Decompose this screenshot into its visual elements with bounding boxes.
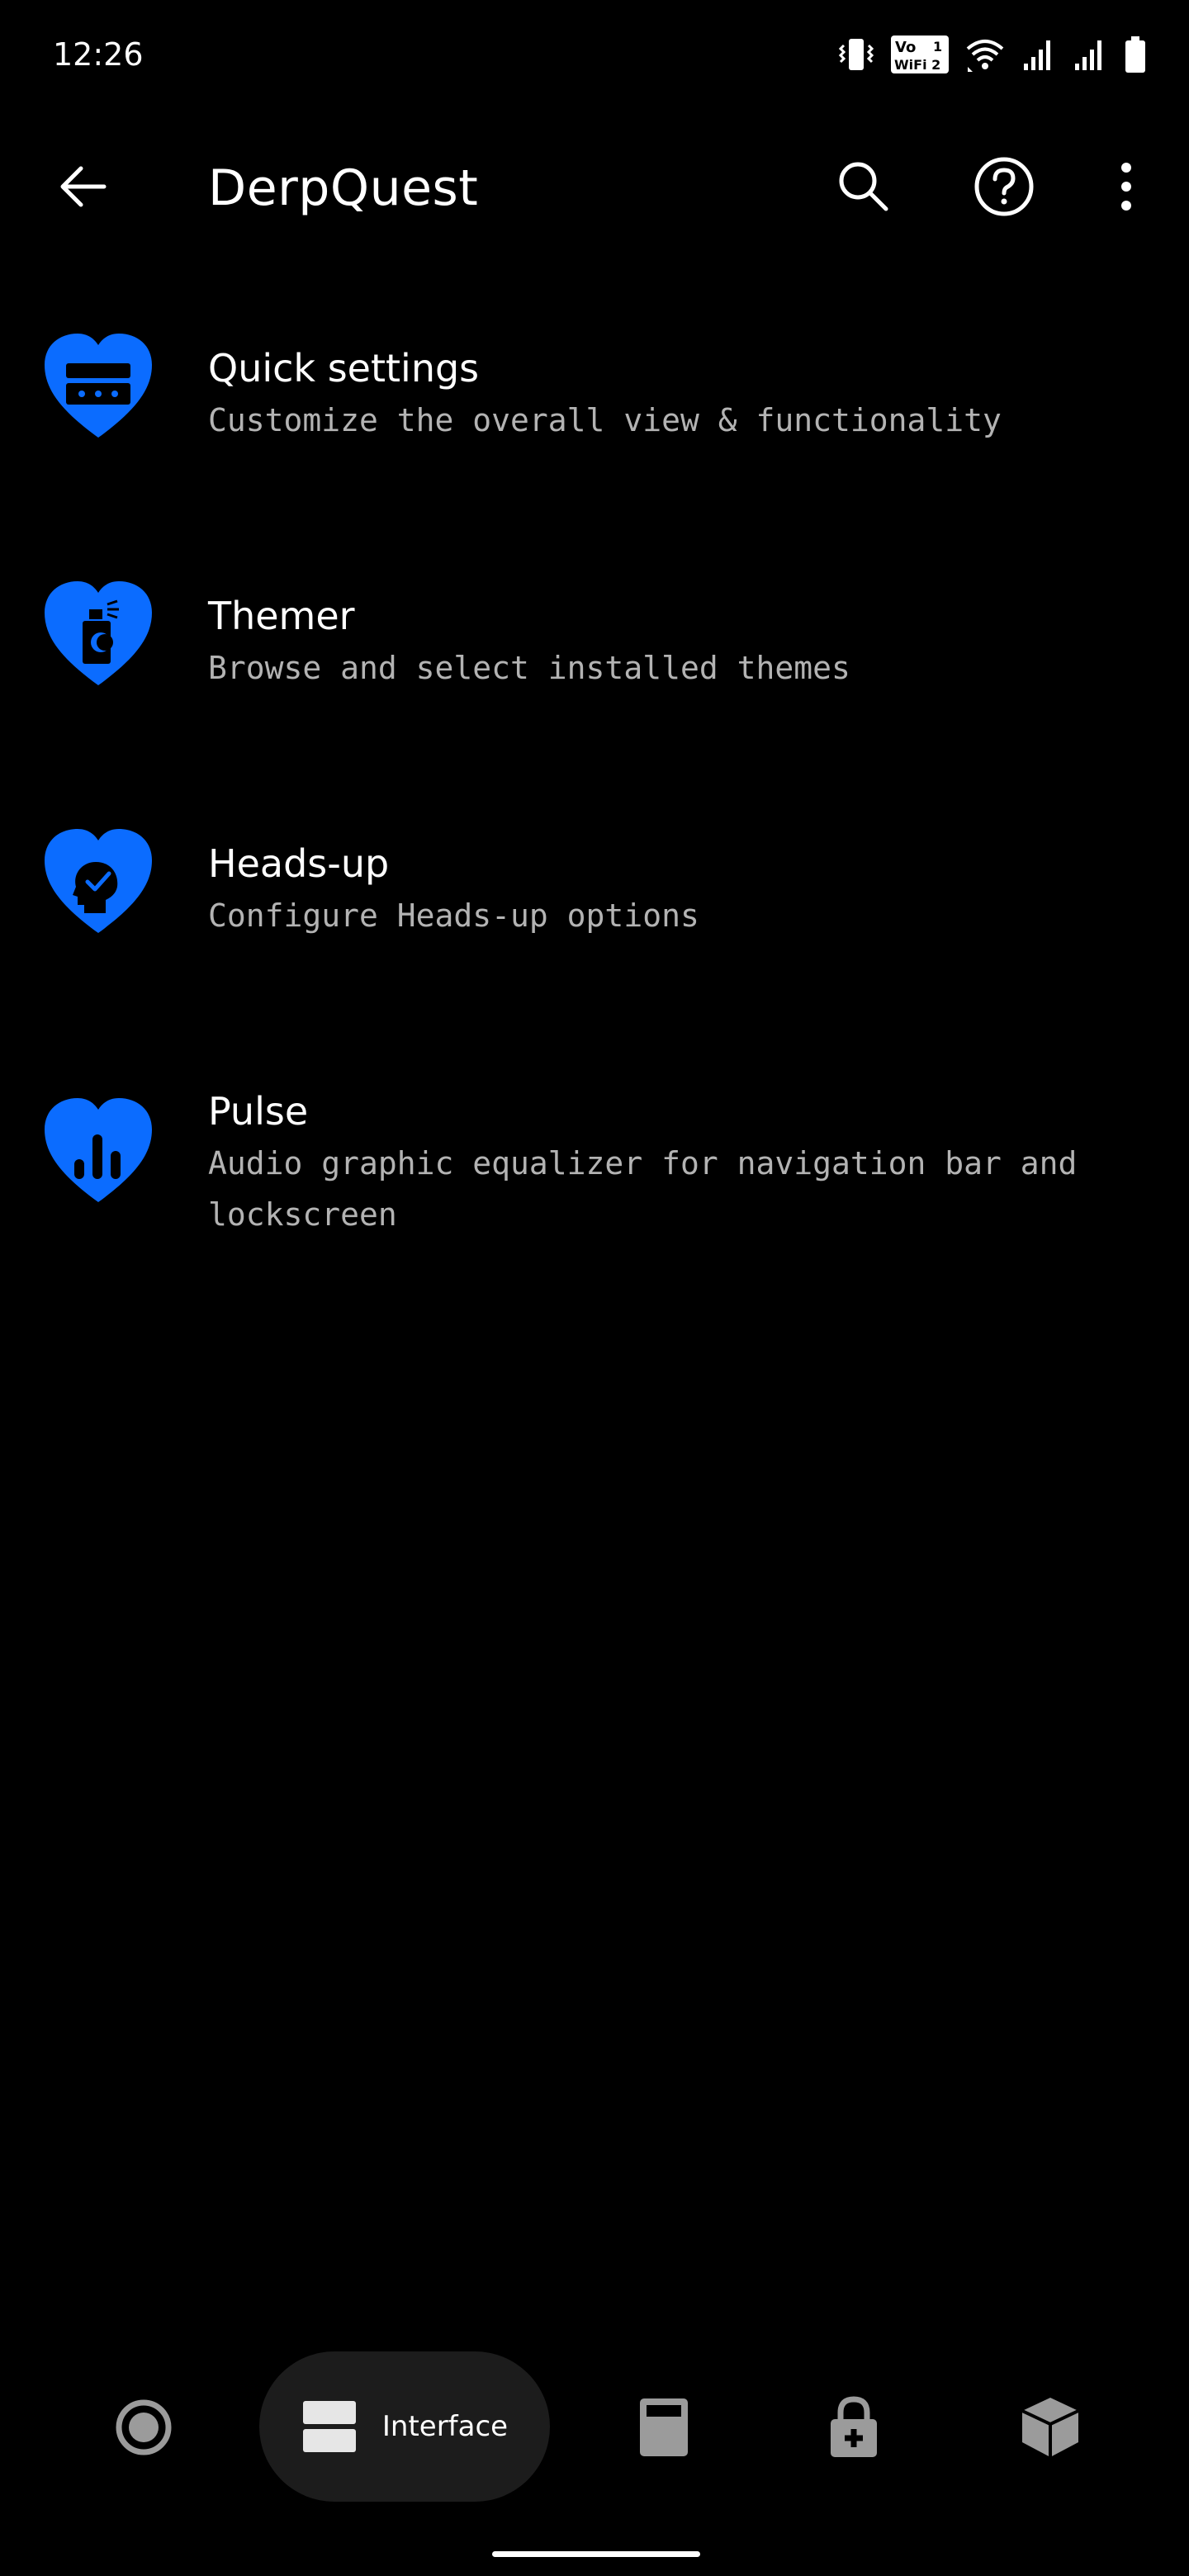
- more-vert-icon: [1121, 163, 1131, 211]
- heads-up-heart-icon: [45, 829, 152, 933]
- page-title: DerpQuest: [208, 159, 479, 217]
- cube-icon: [1021, 2398, 1079, 2457]
- more-options-button[interactable]: [1087, 147, 1166, 226]
- list-item-heads-up[interactable]: Heads-up Configure Heads-up options: [0, 809, 1189, 966]
- circle-target-icon: [116, 2399, 172, 2455]
- vibrate-icon: [837, 36, 875, 73]
- pulse-heart-icon: [45, 1098, 152, 1202]
- item-subtitle: Configure Heads-up options: [208, 897, 699, 934]
- interface-icon: [302, 2401, 356, 2452]
- lock-plus-icon: [831, 2396, 877, 2457]
- item-subtitle: Customize the overall view & functionali…: [208, 402, 1002, 438]
- list-item-quick-settings[interactable]: Quick settings Customize the overall vie…: [0, 314, 1189, 471]
- back-arrow-icon: [60, 166, 107, 207]
- nav-item-calculator[interactable]: [609, 2353, 718, 2502]
- status-icons: Vo 1 WiFi 2: [837, 30, 1148, 79]
- svg-text:1: 1: [933, 39, 942, 54]
- nav-item-label: Interface: [381, 2410, 509, 2443]
- item-subtitle: Audio graphic equalizer for navigation b…: [208, 1145, 1078, 1233]
- wifi-icon: [964, 36, 1006, 73]
- item-title: Themer: [208, 594, 355, 638]
- nav-item-lockscreen[interactable]: [799, 2353, 908, 2502]
- gesture-navigation-bar[interactable]: [492, 2551, 700, 2557]
- item-subtitle: Browse and select installed themes: [208, 650, 850, 686]
- help-button[interactable]: [964, 147, 1044, 226]
- back-button[interactable]: [43, 147, 122, 226]
- item-title: Pulse: [208, 1089, 309, 1134]
- battery-icon: [1123, 35, 1148, 74]
- nav-item-interface[interactable]: Interface: [259, 2351, 550, 2502]
- list-item-pulse[interactable]: Pulse Audio graphic equalizer for naviga…: [0, 1057, 1189, 1255]
- themer-heart-icon: [45, 581, 152, 685]
- nav-item-status[interactable]: [89, 2353, 198, 2502]
- svg-text:Vo: Vo: [895, 39, 916, 56]
- search-button[interactable]: [824, 147, 903, 226]
- help-circle-icon: [974, 157, 1034, 216]
- status-time: 12:26: [53, 36, 144, 73]
- search-icon: [839, 162, 888, 211]
- signal-sim2-icon: [1072, 36, 1108, 73]
- calculator-icon: [640, 2398, 688, 2456]
- quick-settings-heart-icon: [45, 334, 152, 438]
- nav-item-misc[interactable]: [996, 2353, 1105, 2502]
- svg-text:WiFi 2: WiFi 2: [894, 57, 940, 73]
- signal-sim1-icon: [1021, 36, 1057, 73]
- item-title: Quick settings: [208, 346, 480, 391]
- vowifi-icon: Vo 1 WiFi 2: [890, 35, 950, 74]
- list-item-themer[interactable]: Themer Browse and select installed theme…: [0, 561, 1189, 718]
- item-title: Heads-up: [208, 841, 390, 886]
